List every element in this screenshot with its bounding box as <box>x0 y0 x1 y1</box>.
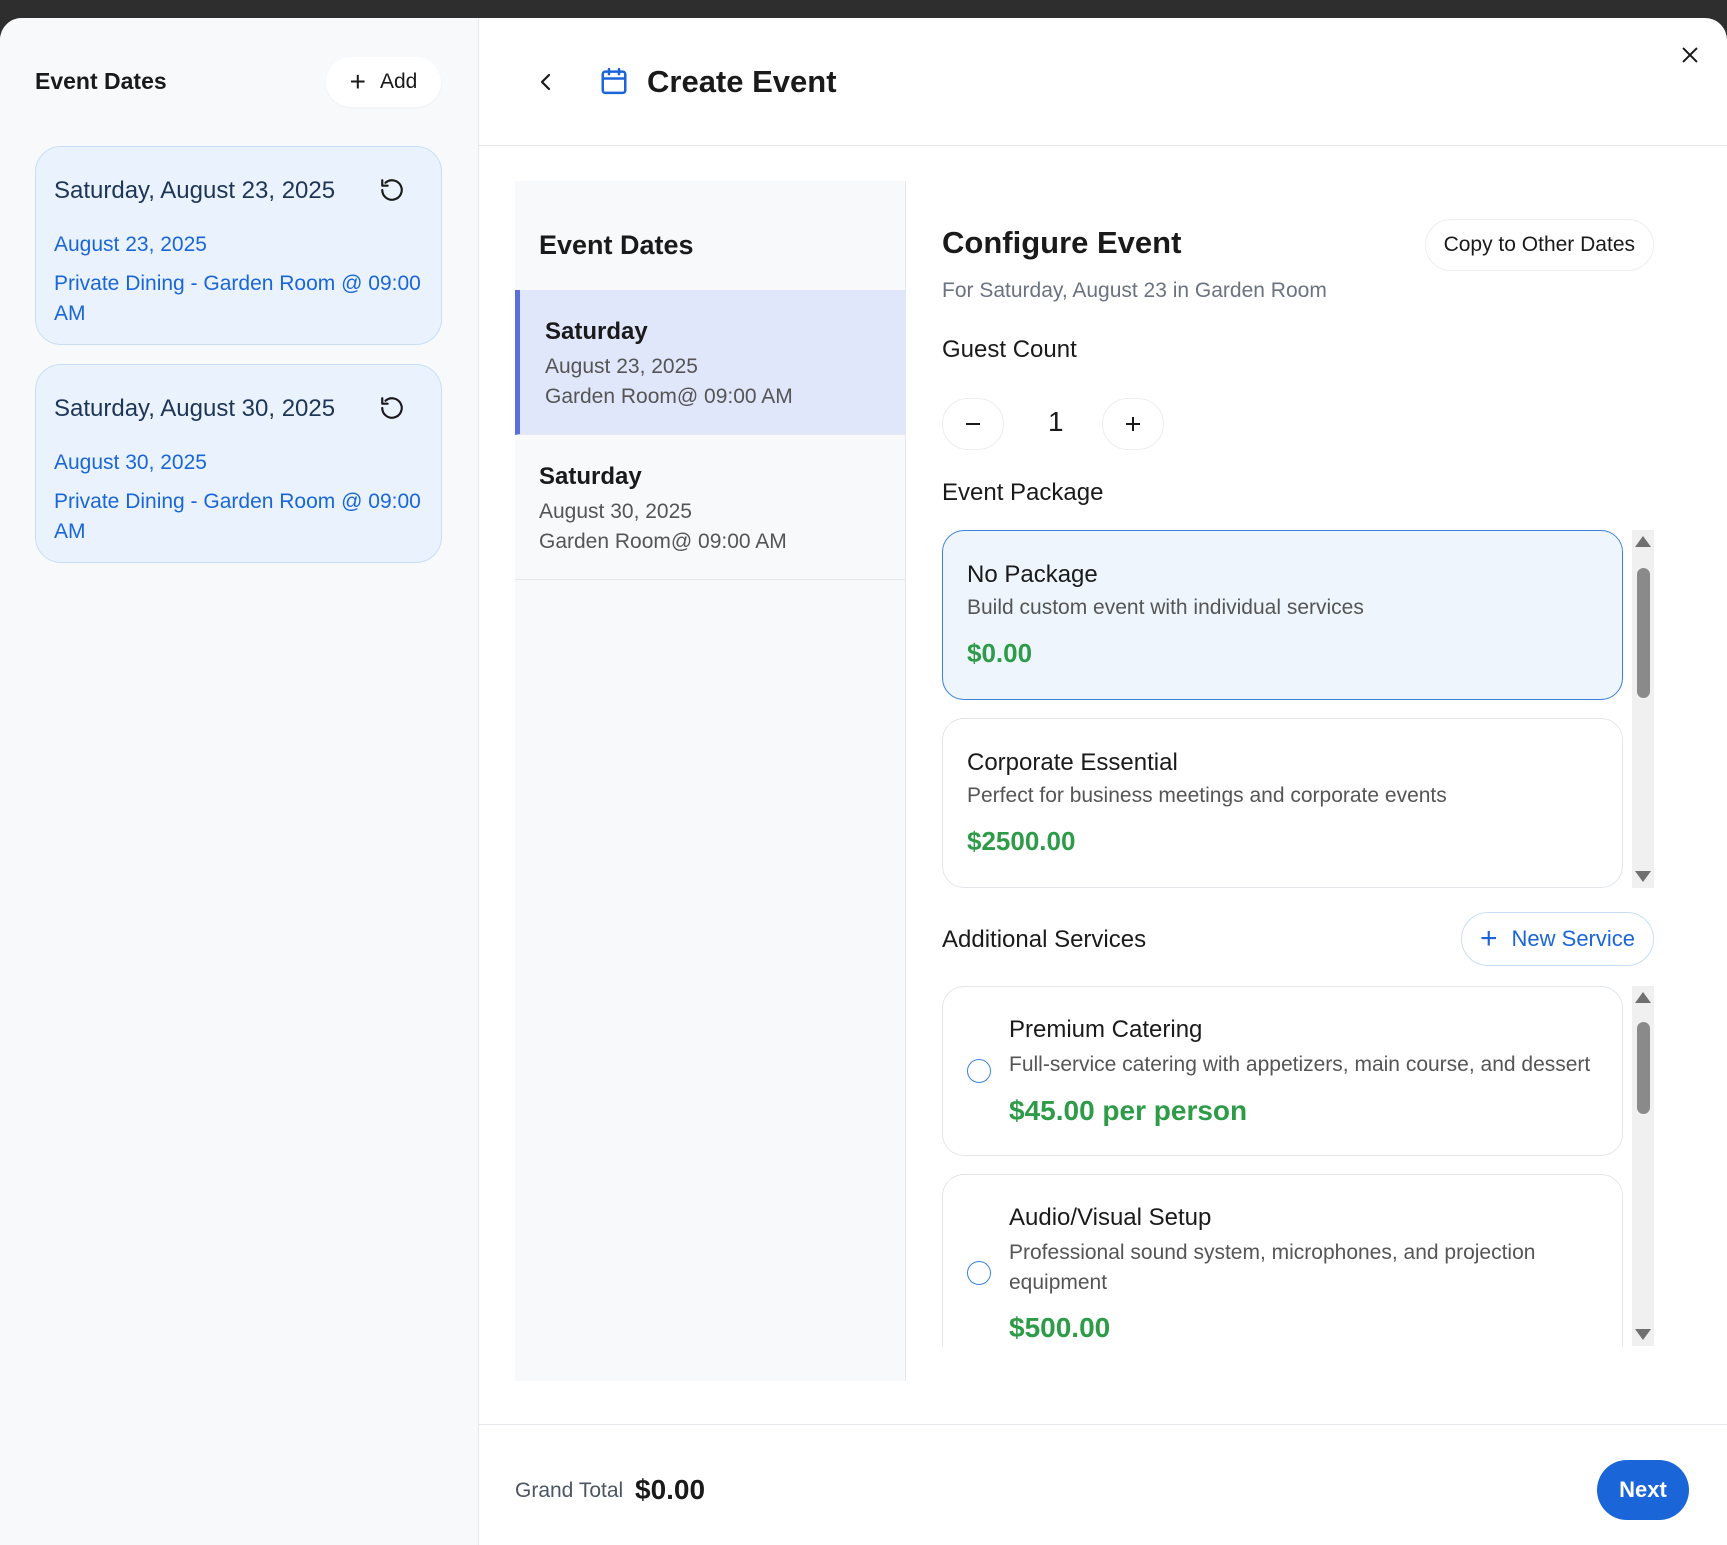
package-price: $0.00 <box>967 638 1033 668</box>
decrement-guest-button[interactable] <box>942 398 1004 450</box>
date-list-item-date: August 30, 2025 <box>539 500 692 523</box>
scrollbar-thumb[interactable] <box>1637 568 1650 698</box>
add-date-button[interactable]: + Add <box>326 57 441 107</box>
services-scrollbar[interactable] <box>1632 986 1654 1346</box>
service-name: Premium Catering <box>1009 1016 1203 1043</box>
service-option[interactable]: Audio/Visual Setup Professional sound sy… <box>942 1174 1623 1346</box>
sidebar-title: Event Dates <box>35 68 167 94</box>
grand-total-label: Grand Total <box>515 1479 624 1502</box>
grand-total-value: $0.00 <box>635 1474 706 1505</box>
event-dates-list-title: Event Dates <box>539 230 694 260</box>
configure-title: Configure Event <box>942 225 1182 260</box>
page-title: Create Event <box>647 64 837 99</box>
refresh-icon[interactable] <box>379 177 405 203</box>
package-name: No Package <box>967 561 1098 588</box>
service-price: $500.00 <box>1009 1312 1111 1343</box>
close-icon[interactable] <box>1679 44 1701 66</box>
increment-guest-button[interactable] <box>1102 398 1164 450</box>
date-list-item[interactable]: Saturday August 30, 2025 Garden Room@ 09… <box>515 435 906 580</box>
service-description: Full-service catering with appetizers, m… <box>1009 1053 1591 1076</box>
sidebar-card-venue: Private Dining - Garden Room @ 09:00 AM <box>54 490 421 543</box>
sidebar-date-card[interactable]: Saturday, August 30, 2025 August 30, 202… <box>35 364 442 563</box>
modal-header: Create Event <box>479 18 1727 146</box>
plus-icon: + <box>349 66 366 97</box>
package-description: Build custom event with individual servi… <box>967 596 1364 619</box>
calendar-icon <box>601 67 627 95</box>
copy-to-other-dates-button[interactable]: Copy to Other Dates <box>1424 219 1654 271</box>
package-option-selected[interactable]: No Package Build custom event with indiv… <box>942 530 1623 700</box>
guest-count-value: 1 <box>1048 406 1064 437</box>
create-event-modal: Event Dates + Add Saturday, August 23, 2… <box>0 18 1727 1545</box>
date-list-item-room: Garden Room@ 09:00 AM <box>545 385 793 408</box>
sidebar-card-subdate: August 23, 2025 <box>54 233 207 256</box>
service-description: Professional sound system, microphones, … <box>1009 1241 1536 1294</box>
refresh-icon[interactable] <box>379 395 405 421</box>
service-radio[interactable] <box>967 1059 991 1083</box>
package-option[interactable]: Corporate Essential Perfect for business… <box>942 718 1623 888</box>
event-dates-sidebar: Event Dates + Add Saturday, August 23, 2… <box>0 18 479 1545</box>
sidebar-card-subdate: August 30, 2025 <box>54 451 207 474</box>
modal-footer: Grand Total $0.00 Next <box>479 1424 1727 1545</box>
package-name: Corporate Essential <box>967 749 1178 776</box>
date-list-item-active[interactable]: Saturday August 23, 2025 Garden Room@ 09… <box>515 290 906 435</box>
scroll-up-arrow-icon[interactable] <box>1635 536 1651 547</box>
new-service-label: New Service <box>1511 926 1635 951</box>
sidebar-card-date: Saturday, August 30, 2025 <box>54 395 336 422</box>
guest-count-label: Guest Count <box>942 336 1077 363</box>
scrollbar-thumb[interactable] <box>1637 1022 1650 1114</box>
event-dates-list: Event Dates Saturday August 23, 2025 Gar… <box>515 181 906 1381</box>
chevron-left-icon[interactable] <box>534 70 558 94</box>
sidebar-date-card[interactable]: Saturday, August 23, 2025 August 23, 202… <box>35 146 442 345</box>
package-price: $2500.00 <box>967 826 1076 856</box>
date-list-item-day: Saturday <box>545 318 648 345</box>
next-button[interactable]: Next <box>1597 1460 1689 1520</box>
additional-services-label: Additional Services <box>942 926 1147 953</box>
scroll-up-arrow-icon[interactable] <box>1635 992 1651 1003</box>
service-radio[interactable] <box>967 1261 991 1285</box>
service-option[interactable]: Premium Catering Full-service catering w… <box>942 986 1623 1156</box>
plus-icon <box>1126 417 1140 431</box>
add-date-label: Add <box>379 70 418 93</box>
configure-subtitle: For Saturday, August 23 in Garden Room <box>942 279 1327 302</box>
services-list: Premium Catering Full-service catering w… <box>942 986 1654 1346</box>
scroll-down-arrow-icon[interactable] <box>1635 1329 1651 1340</box>
sidebar-card-venue: Private Dining - Garden Room @ 09:00 AM <box>54 272 421 325</box>
scroll-down-arrow-icon[interactable] <box>1635 871 1651 882</box>
package-scrollbar[interactable] <box>1632 530 1654 888</box>
new-service-button[interactable]: + New Service <box>1460 912 1654 966</box>
minus-icon <box>966 423 980 425</box>
date-list-item-day: Saturday <box>539 463 642 490</box>
service-name: Audio/Visual Setup <box>1009 1204 1212 1231</box>
event-package-label: Event Package <box>942 479 1104 506</box>
date-list-item-date: August 23, 2025 <box>545 355 698 378</box>
package-list: No Package Build custom event with indiv… <box>942 530 1654 888</box>
service-price: $45.00 per person <box>1009 1095 1248 1126</box>
date-list-item-room: Garden Room@ 09:00 AM <box>539 530 787 553</box>
plus-icon: + <box>1479 922 1498 955</box>
package-description: Perfect for business meetings and corpor… <box>967 784 1447 807</box>
sidebar-card-date: Saturday, August 23, 2025 <box>54 177 336 204</box>
